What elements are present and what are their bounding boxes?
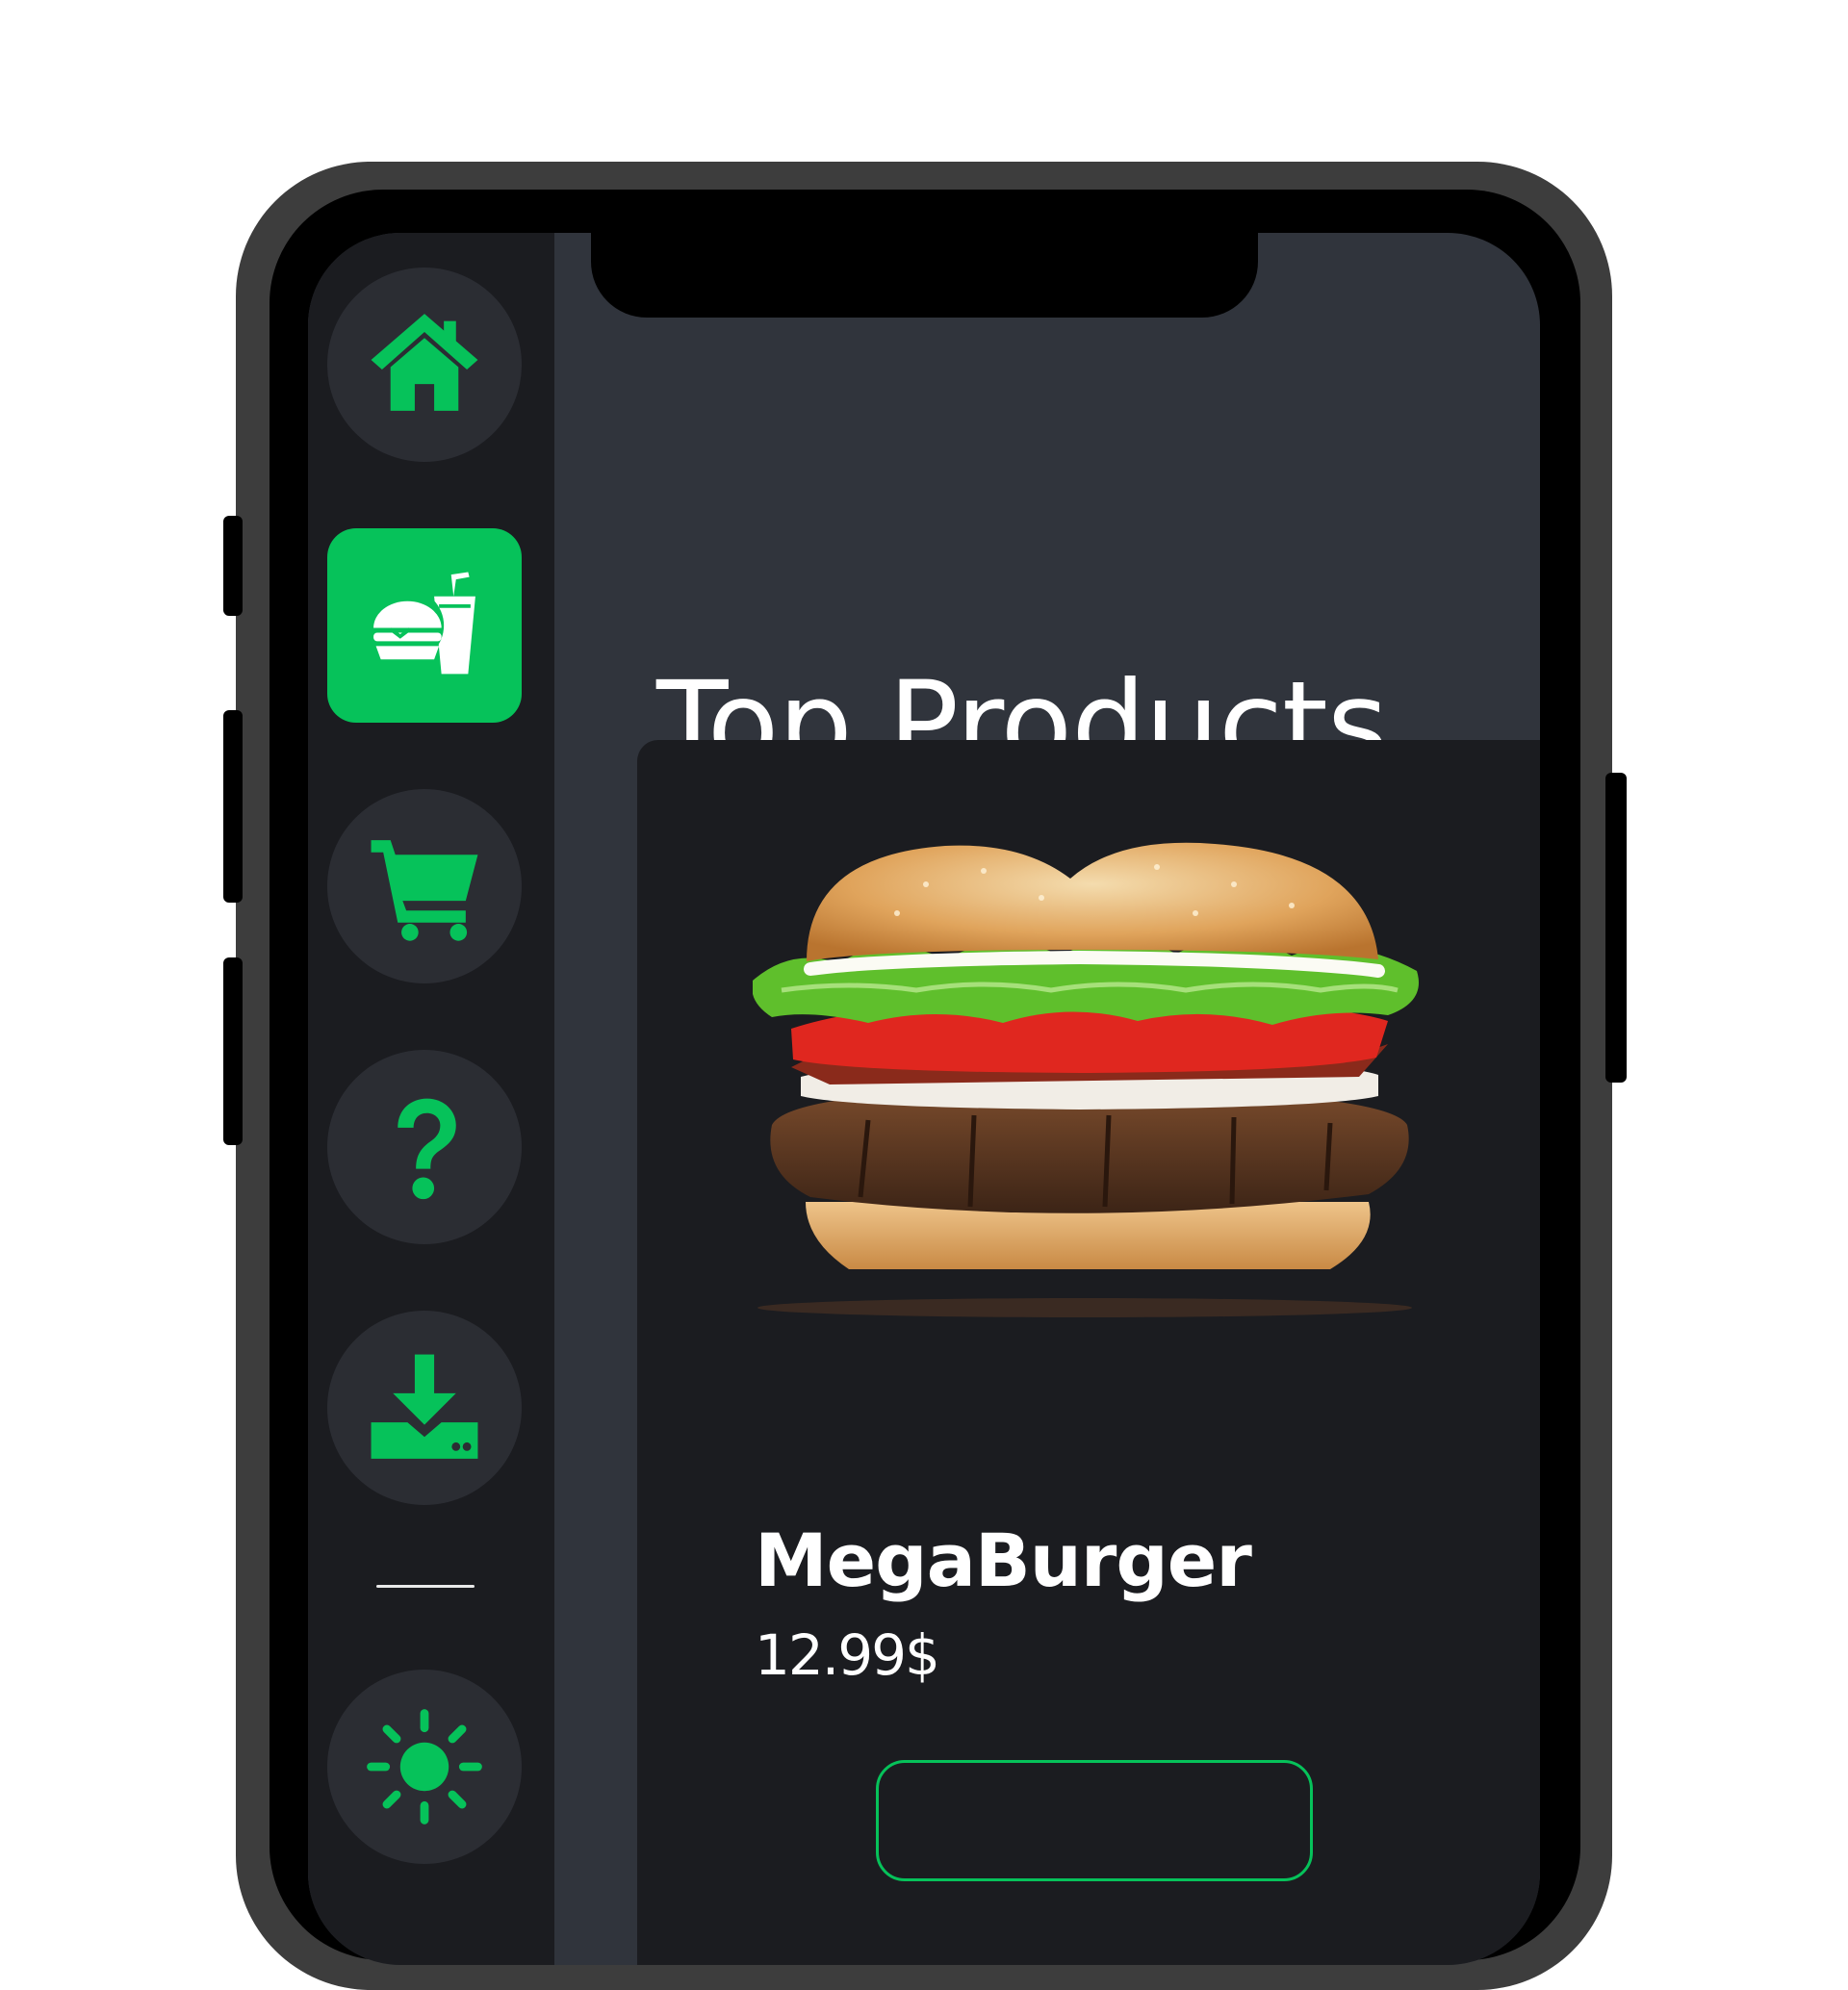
cart-icon <box>371 840 478 941</box>
product-name: MegaBurger <box>755 1518 1252 1603</box>
theme-toggle-button[interactable] <box>327 1670 522 1864</box>
phone-side-button-volume-up <box>223 710 243 903</box>
download-icon <box>371 1354 478 1459</box>
nav-cart-button[interactable] <box>327 789 522 983</box>
help-icon <box>398 1098 456 1200</box>
product-card[interactable]: MegaBurger 12.99$ <box>637 740 1540 1965</box>
app-screen: Top Products MegaBurger 12.99$ <box>308 233 1540 1965</box>
burger-drink-icon <box>371 572 475 675</box>
nav-home-button[interactable] <box>327 268 522 462</box>
sun-icon <box>367 1709 482 1824</box>
nav-help-button[interactable] <box>327 1050 522 1244</box>
add-to-cart-button[interactable] <box>876 1760 1313 1881</box>
nav-menu-button[interactable] <box>327 528 522 723</box>
product-price: 12.99$ <box>755 1622 940 1688</box>
sidebar <box>308 233 554 1965</box>
nav-download-button[interactable] <box>327 1311 522 1505</box>
phone-side-button-power <box>1605 773 1627 1083</box>
phone-notch <box>591 233 1258 318</box>
phone-side-button-volume-down <box>223 957 243 1145</box>
sidebar-divider <box>376 1585 475 1588</box>
home-icon <box>371 314 478 411</box>
burger-image <box>753 842 1419 1317</box>
phone-side-button-silent <box>223 516 243 616</box>
